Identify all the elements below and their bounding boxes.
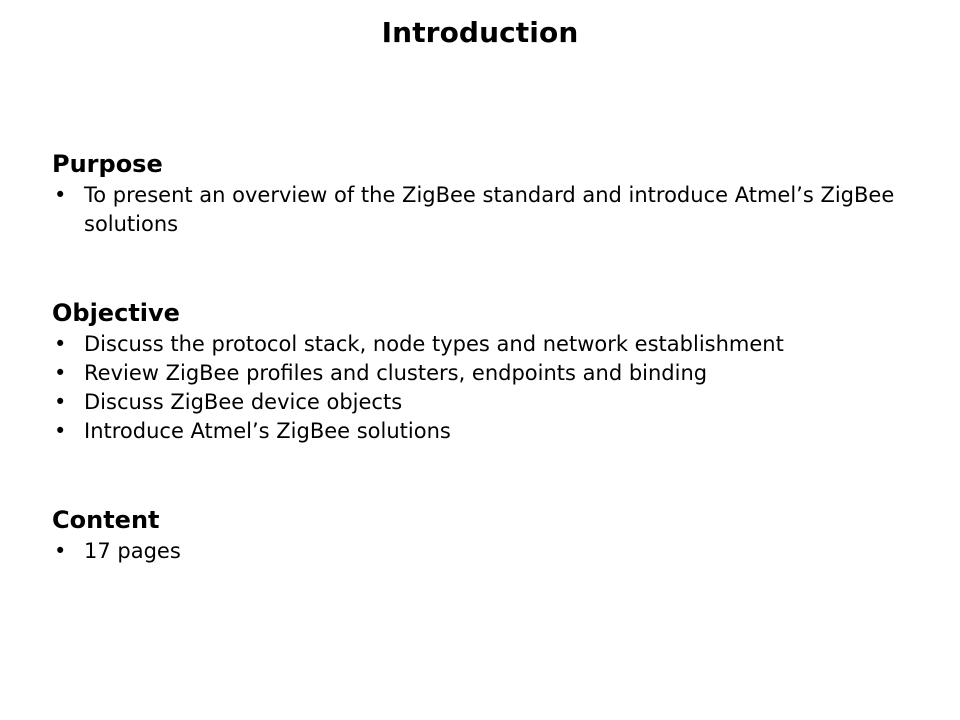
bullet-icon: • — [54, 390, 67, 414]
list-item: • Review ZigBee profiles and clusters, e… — [52, 359, 932, 388]
bullet-list-content: • 17 pages — [52, 537, 932, 566]
list-item-label: Introduce Atmel’s ZigBee solutions — [84, 419, 451, 443]
list-item-label: 17 pages — [84, 539, 181, 563]
list-item: • To present an overview of the ZigBee s… — [52, 181, 932, 239]
section-heading-content: Content — [52, 506, 160, 534]
section-content: Content • 17 pages — [52, 506, 932, 566]
section-purpose: Purpose • To present an overview of the … — [52, 150, 932, 239]
bullet-icon: • — [54, 332, 67, 356]
section-heading-purpose: Purpose — [52, 150, 163, 178]
bullet-icon: • — [54, 539, 67, 563]
list-item: • Introduce Atmel’s ZigBee solutions — [52, 417, 932, 446]
bullet-list-objective: • Discuss the protocol stack, node types… — [52, 330, 932, 446]
slide-body: Purpose • To present an overview of the … — [52, 150, 932, 566]
bullet-icon: • — [54, 361, 67, 385]
bullet-list-purpose: • To present an overview of the ZigBee s… — [52, 181, 932, 239]
section-objective: Objective • Discuss the protocol stack, … — [52, 299, 932, 446]
list-item: • Discuss the protocol stack, node types… — [52, 330, 932, 359]
bullet-icon: • — [54, 183, 67, 207]
bullet-icon: • — [54, 419, 67, 443]
list-item-label: Review ZigBee profiles and clusters, end… — [84, 361, 708, 385]
page-title: Introduction — [381, 16, 579, 49]
slide: Introduction Purpose • To present an ove… — [0, 0, 960, 720]
list-item-label: Discuss ZigBee device objects — [84, 390, 403, 414]
section-heading-objective: Objective — [52, 299, 180, 327]
list-item: • 17 pages — [52, 537, 932, 566]
list-item-label: To present an overview of the ZigBee sta… — [84, 183, 895, 236]
list-item: • Discuss ZigBee device objects — [52, 388, 932, 417]
list-item-label: Discuss the protocol stack, node types a… — [84, 332, 784, 356]
